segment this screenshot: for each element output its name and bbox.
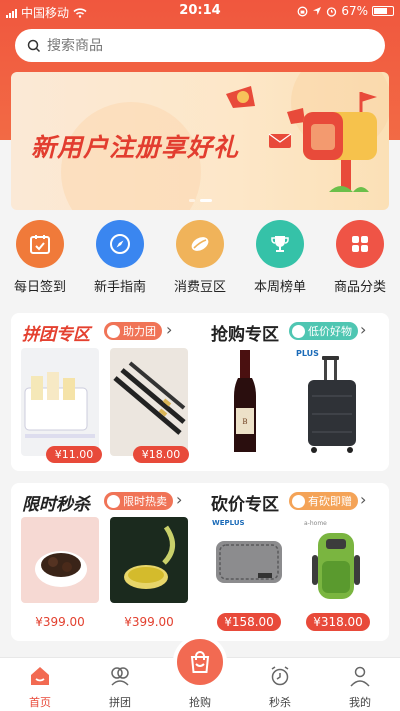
seckill-section-title[interactable]: 限时秒杀: [22, 490, 90, 515]
price-tag: ¥158.00: [217, 613, 281, 631]
price-tag: ¥318.00: [306, 613, 370, 631]
tab-label: 抢购: [189, 696, 211, 709]
svg-text:B: B: [242, 418, 247, 426]
quick-entry-label: 本周榜单: [253, 280, 306, 295]
search-icon: [27, 39, 41, 52]
tab-group[interactable]: 拼团: [80, 658, 160, 711]
tag-label: 限时热卖: [123, 495, 167, 508]
tab-label: 拼团: [109, 696, 131, 709]
pagination-dot-active: [199, 199, 212, 202]
price-tag: ¥18.00: [133, 446, 189, 463]
user-icon: [350, 666, 370, 687]
home-icon: [31, 667, 49, 685]
group-section-title[interactable]: 拼团专区: [22, 320, 90, 345]
battery-icon: [372, 6, 394, 16]
chevron-right-icon[interactable]: ›: [176, 490, 182, 509]
search-bar[interactable]: [15, 29, 385, 62]
quick-entry-label: 每日签到: [13, 280, 66, 295]
chevron-right-icon[interactable]: ›: [360, 320, 366, 339]
product-red-wine[interactable]: B: [210, 346, 280, 458]
quick-entry-ranking[interactable]: 本周榜单: [241, 220, 319, 300]
quick-entry-checkin[interactable]: 每日签到: [1, 220, 79, 300]
tab-label: 首页: [29, 696, 51, 709]
chevron-right-icon[interactable]: ›: [360, 490, 366, 509]
product-green-tea[interactable]: [110, 517, 188, 603]
tag-label: 有砍即赠: [308, 495, 352, 508]
trophy-icon: [256, 220, 304, 268]
chevron-right-icon[interactable]: ›: [166, 320, 172, 339]
quick-entry-guide[interactable]: 新手指南: [81, 220, 159, 300]
bargain-section-tag[interactable]: 有砍即赠: [289, 492, 358, 510]
flash-section-tag[interactable]: 低价好物: [289, 322, 358, 340]
product-backpack[interactable]: a-home: [300, 515, 370, 605]
product-price: ¥399.00: [124, 615, 174, 629]
product-laptop-sleeve[interactable]: WEPLUS: [210, 515, 288, 605]
status-right: 67%: [297, 4, 394, 18]
product-oolong-tea[interactable]: [21, 517, 99, 603]
product-price: ¥399.00: [35, 615, 85, 629]
alarm-clock-icon: [271, 666, 289, 686]
tag-label: 助力团: [123, 325, 156, 338]
product-brand: a-home: [304, 520, 327, 527]
pagination-dot: [188, 199, 195, 202]
rotation-lock-icon: [297, 6, 308, 16]
price-tag: ¥11.00: [46, 446, 102, 463]
banner-pagination: [11, 199, 389, 202]
banner-title: 新用户注册享好礼: [31, 133, 240, 162]
product-suitcase[interactable]: PLUS: [290, 346, 368, 458]
shopping-bag-icon: [190, 651, 210, 673]
quick-entry-label: 商品分类: [333, 280, 386, 295]
product-chopsticks[interactable]: [110, 348, 188, 456]
quick-entry-row: 每日签到 新手指南 消费豆区 本周榜单 商品分类: [0, 220, 400, 300]
quick-entry-label: 消费豆区: [173, 280, 226, 295]
battery-percent: 67%: [341, 4, 368, 18]
flash-center-button[interactable]: [173, 635, 227, 689]
location-arrow-icon: [313, 7, 322, 15]
bean-icon: [176, 220, 224, 268]
clock-icon: [107, 494, 120, 508]
quick-entry-category[interactable]: 商品分类: [321, 220, 399, 300]
group-icon: [111, 667, 129, 686]
bargain-section-title[interactable]: 砍价专区: [211, 490, 279, 515]
group-section-tag[interactable]: 助力团: [104, 322, 162, 340]
tag-label: 低价好物: [308, 325, 352, 338]
status-bar: 中国移动 20:14 67%: [0, 0, 400, 22]
flash-section-title[interactable]: 抢购专区: [211, 320, 279, 345]
seckill-section-tag[interactable]: 限时热卖: [104, 492, 173, 510]
product-brand: PLUS: [296, 349, 319, 358]
alarm-icon: [327, 6, 337, 17]
promo-banner[interactable]: 新用户注册享好礼: [11, 72, 389, 210]
category-grid-icon: [336, 220, 384, 268]
tab-profile[interactable]: 我的: [320, 658, 400, 711]
tab-home[interactable]: 首页: [0, 658, 80, 711]
quick-entry-label: 新手指南: [93, 280, 146, 295]
gift-icon: [292, 494, 305, 508]
compass-icon: [96, 220, 144, 268]
hand-icon: [107, 324, 120, 338]
tab-label: 秒杀: [269, 696, 291, 709]
search-input[interactable]: [47, 37, 347, 54]
calendar-check-icon: [16, 220, 64, 268]
product-brand: WEPLUS: [212, 519, 245, 527]
product-storage-box[interactable]: [21, 348, 99, 456]
gift-icon: [292, 324, 305, 338]
tab-seckill[interactable]: 秒杀: [240, 658, 320, 711]
tab-label: 我的: [349, 696, 371, 709]
quick-entry-beans[interactable]: 消费豆区: [161, 220, 239, 300]
